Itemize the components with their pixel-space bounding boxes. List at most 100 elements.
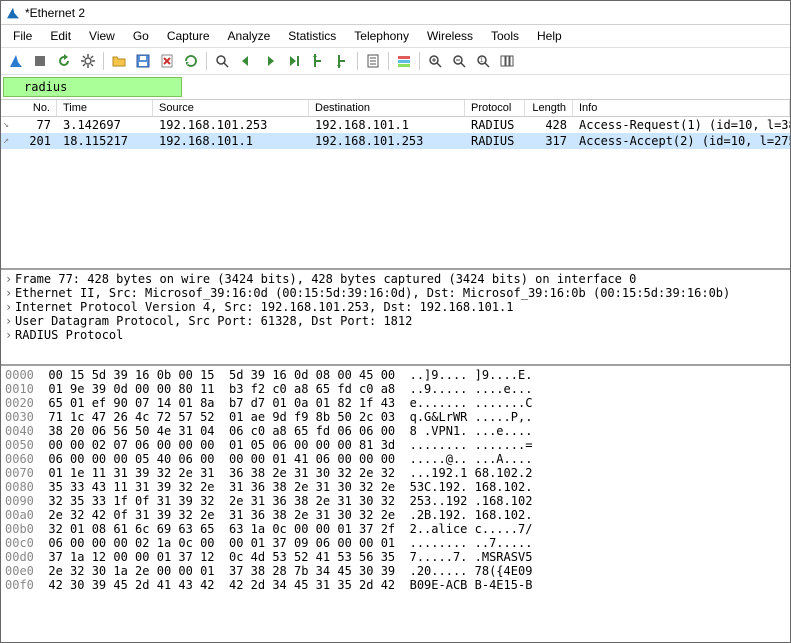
title-bar: *Ethernet 2 — [1, 1, 790, 25]
cell-destination: 192.168.101.253 — [309, 134, 465, 148]
hex-line[interactable]: 00a0 2e 32 42 0f 31 39 32 2e 31 36 38 2e… — [5, 508, 786, 522]
resize-cols-icon[interactable] — [496, 50, 518, 72]
col-header-protocol[interactable]: Protocol — [465, 100, 525, 116]
packet-row[interactable]: ↘ 77 3.142697 192.168.101.253 192.168.10… — [1, 117, 790, 133]
cell-protocol: RADIUS — [465, 118, 525, 132]
hex-line[interactable]: 0070 01 1e 11 31 39 32 2e 31 36 38 2e 31… — [5, 466, 786, 480]
expand-icon[interactable]: › — [5, 314, 15, 328]
hex-line[interactable]: 00e0 2e 32 30 1a 2e 00 00 01 37 38 28 7b… — [5, 564, 786, 578]
menu-wireless[interactable]: Wireless — [419, 27, 481, 45]
filter-bar — [1, 75, 790, 100]
shark-fin-icon[interactable] — [5, 50, 27, 72]
open-icon[interactable] — [108, 50, 130, 72]
cell-destination: 192.168.101.1 — [309, 118, 465, 132]
cell-length: 428 — [525, 118, 573, 132]
hex-line[interactable]: 0040 38 20 06 56 50 4e 31 04 06 c0 a8 65… — [5, 424, 786, 438]
related-request-icon: ↘ — [3, 118, 13, 132]
hex-line[interactable]: 0090 32 35 33 1f 0f 31 39 32 2e 31 36 38… — [5, 494, 786, 508]
menu-edit[interactable]: Edit — [42, 27, 79, 45]
menu-go[interactable]: Go — [125, 27, 157, 45]
first-icon[interactable] — [307, 50, 329, 72]
toolbar-separator — [388, 52, 389, 70]
col-header-no[interactable]: No. — [1, 100, 57, 116]
detail-text: Internet Protocol Version 4, Src: 192.16… — [15, 300, 514, 314]
menu-bar: File Edit View Go Capture Analyze Statis… — [1, 25, 790, 48]
zoom-in-icon[interactable] — [424, 50, 446, 72]
cell-length: 317 — [525, 134, 573, 148]
detail-tree-item[interactable]: ›User Datagram Protocol, Src Port: 61328… — [5, 314, 786, 328]
expand-icon[interactable]: › — [5, 300, 15, 314]
packet-list-pane[interactable]: No. Time Source Destination Protocol Len… — [1, 100, 790, 270]
menu-capture[interactable]: Capture — [159, 27, 218, 45]
zoom-out-icon[interactable] — [448, 50, 470, 72]
packet-row[interactable]: ↗ 201 18.115217 192.168.101.1 192.168.10… — [1, 133, 790, 149]
col-header-length[interactable]: Length — [525, 100, 573, 116]
hex-line[interactable]: 0030 71 1c 47 26 4c 72 57 52 01 ae 9d f9… — [5, 410, 786, 424]
cell-info: Access-Request(1) (id=10, l=386) — [573, 118, 790, 132]
hex-line[interactable]: 0060 06 00 00 00 05 40 06 00 00 00 01 41… — [5, 452, 786, 466]
menu-view[interactable]: View — [81, 27, 123, 45]
autoscroll-icon[interactable] — [362, 50, 384, 72]
detail-tree-item[interactable]: ›Internet Protocol Version 4, Src: 192.1… — [5, 300, 786, 314]
detail-text: Frame 77: 428 bytes on wire (3424 bits),… — [15, 272, 636, 286]
detail-text: RADIUS Protocol — [15, 328, 123, 342]
menu-tools[interactable]: Tools — [483, 27, 527, 45]
col-header-source[interactable]: Source — [153, 100, 309, 116]
gear-icon[interactable] — [77, 50, 99, 72]
packet-details-pane[interactable]: ›Frame 77: 428 bytes on wire (3424 bits)… — [1, 270, 790, 366]
hex-line[interactable]: 0050 00 00 02 07 06 00 00 00 01 05 06 00… — [5, 438, 786, 452]
toolbar-separator — [103, 52, 104, 70]
toolbar-separator — [357, 52, 358, 70]
cell-protocol: RADIUS — [465, 134, 525, 148]
search-icon[interactable] — [211, 50, 233, 72]
window-title: *Ethernet 2 — [25, 6, 85, 20]
packet-bytes-pane[interactable]: 0000 00 15 5d 39 16 0b 00 15 5d 39 16 0d… — [1, 366, 790, 642]
menu-telephony[interactable]: Telephony — [346, 27, 417, 45]
cell-info: Access-Accept(2) (id=10, l=275) — [573, 134, 790, 148]
cell-time: 3.142697 — [57, 118, 153, 132]
back-icon[interactable] — [235, 50, 257, 72]
toolbar-separator — [206, 52, 207, 70]
forward-icon[interactable] — [259, 50, 281, 72]
detail-text: User Datagram Protocol, Src Port: 61328,… — [15, 314, 412, 328]
save-icon[interactable] — [132, 50, 154, 72]
detail-tree-item[interactable]: ›Frame 77: 428 bytes on wire (3424 bits)… — [5, 272, 786, 286]
hex-line[interactable]: 00d0 37 1a 12 00 00 01 37 12 0c 4d 53 52… — [5, 550, 786, 564]
detail-tree-item[interactable]: ›RADIUS Protocol — [5, 328, 786, 342]
colorize-icon[interactable] — [393, 50, 415, 72]
hex-line[interactable]: 0010 01 9e 39 0d 00 00 80 11 b3 f2 c0 a8… — [5, 382, 786, 396]
goto-icon[interactable] — [283, 50, 305, 72]
cell-source: 192.168.101.1 — [153, 134, 309, 148]
restart-icon[interactable] — [53, 50, 75, 72]
col-header-info[interactable]: Info — [573, 100, 790, 116]
hex-line[interactable]: 0020 65 01 ef 90 07 14 01 8a b7 d7 01 0a… — [5, 396, 786, 410]
wireshark-logo-icon — [5, 5, 21, 21]
packet-list-header: No. Time Source Destination Protocol Len… — [1, 100, 790, 117]
reload-icon[interactable] — [180, 50, 202, 72]
display-filter-input[interactable] — [3, 77, 182, 97]
hex-line[interactable]: 0080 35 33 43 11 31 39 32 2e 31 36 38 2e… — [5, 480, 786, 494]
cell-source: 192.168.101.253 — [153, 118, 309, 132]
toolbar: 1 — [1, 48, 790, 75]
col-header-destination[interactable]: Destination — [309, 100, 465, 116]
related-reply-icon: ↗ — [3, 134, 13, 148]
menu-analyze[interactable]: Analyze — [220, 27, 279, 45]
zoom-reset-icon[interactable]: 1 — [472, 50, 494, 72]
detail-tree-item[interactable]: ›Ethernet II, Src: Microsof_39:16:0d (00… — [5, 286, 786, 300]
expand-icon[interactable]: › — [5, 272, 15, 286]
hex-line[interactable]: 00c0 06 00 00 00 02 1a 0c 00 00 01 37 09… — [5, 536, 786, 550]
hex-line[interactable]: 00b0 32 01 08 61 6c 69 63 65 63 1a 0c 00… — [5, 522, 786, 536]
hex-line[interactable]: 00f0 42 30 39 45 2d 41 43 42 42 2d 34 45… — [5, 578, 786, 592]
last-icon[interactable] — [331, 50, 353, 72]
col-header-time[interactable]: Time — [57, 100, 153, 116]
close-file-icon[interactable] — [156, 50, 178, 72]
menu-statistics[interactable]: Statistics — [280, 27, 344, 45]
menu-file[interactable]: File — [5, 27, 40, 45]
hex-line[interactable]: 0000 00 15 5d 39 16 0b 00 15 5d 39 16 0d… — [5, 368, 786, 382]
cell-time: 18.115217 — [57, 134, 153, 148]
menu-help[interactable]: Help — [529, 27, 570, 45]
stop-icon[interactable] — [29, 50, 51, 72]
toolbar-separator — [419, 52, 420, 70]
expand-icon[interactable]: › — [5, 286, 15, 300]
expand-icon[interactable]: › — [5, 328, 15, 342]
